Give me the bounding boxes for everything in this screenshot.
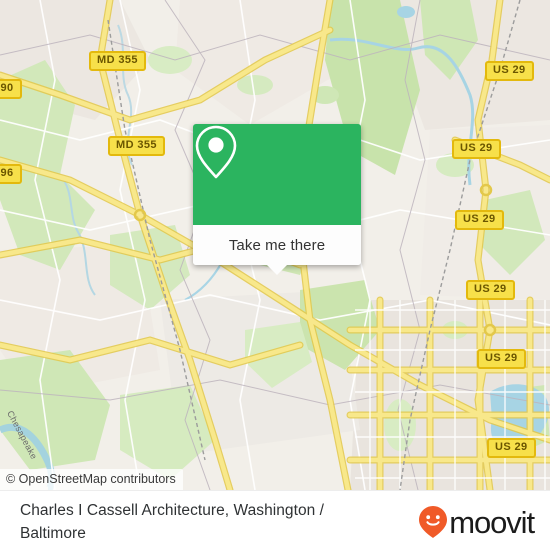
shield-us-29-3: US 29 bbox=[455, 210, 504, 230]
shield-us-29-6: US 29 bbox=[487, 438, 536, 458]
osm-attribution[interactable]: © OpenStreetMap contributors bbox=[0, 469, 183, 490]
shield-md-355-north: MD 355 bbox=[89, 51, 146, 71]
moovit-smiley-pin-icon bbox=[419, 506, 448, 538]
footer-bar: Charles I Cassell Architecture, Washingt… bbox=[0, 490, 550, 550]
place-info-card[interactable]: Take me there bbox=[193, 124, 361, 275]
place-caption: Charles I Cassell Architecture, Washingt… bbox=[20, 502, 325, 542]
shield-md-355-south: MD 355 bbox=[108, 136, 165, 156]
shield-us-29-5: US 29 bbox=[477, 349, 526, 369]
moovit-logo[interactable]: moovit bbox=[418, 504, 535, 540]
map-canvas[interactable]: MD 355 190 MD 355 396 US 29 US 29 US 29 US 29 US… bbox=[0, 0, 550, 490]
map-pin-icon bbox=[195, 125, 237, 179]
card-image-area bbox=[193, 124, 361, 225]
card-pointer-tail bbox=[266, 264, 288, 275]
shield-396: 396 bbox=[0, 164, 22, 184]
shield-190: 190 bbox=[0, 79, 22, 99]
take-me-there-label: Take me there bbox=[228, 236, 326, 254]
map-screenshot-root: MD 355 190 MD 355 396 US 29 US 29 US 29 US 29 US… bbox=[0, 0, 550, 550]
shield-us-29-1: US 29 bbox=[485, 61, 534, 81]
moovit-wordmark: moovit bbox=[449, 504, 535, 540]
shield-us-29-2: US 29 bbox=[452, 139, 501, 159]
shield-us-29-4: US 29 bbox=[466, 280, 515, 300]
take-me-there-button[interactable]: Take me there bbox=[193, 225, 361, 275]
